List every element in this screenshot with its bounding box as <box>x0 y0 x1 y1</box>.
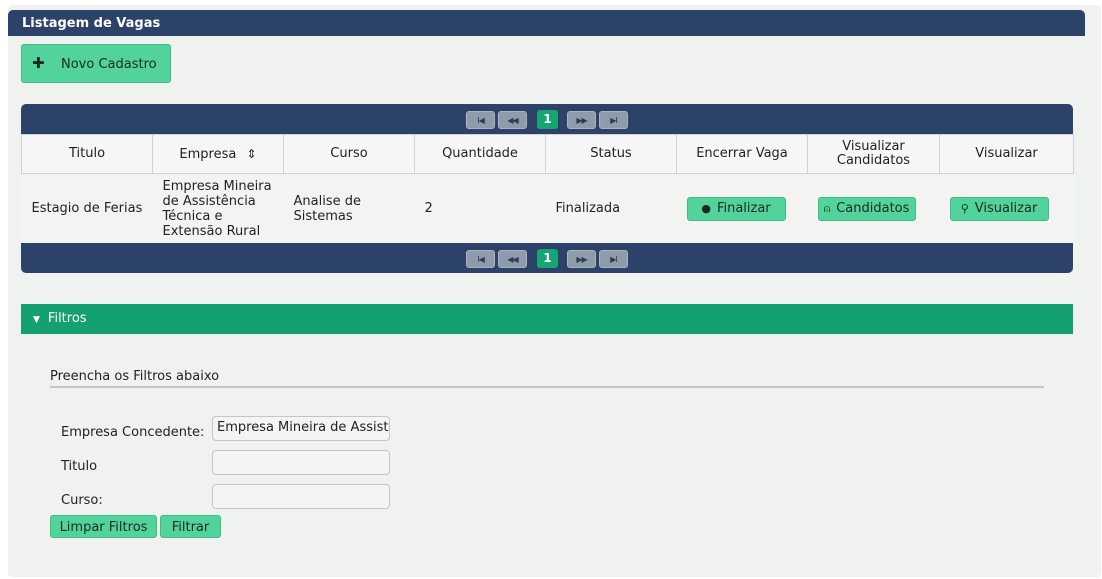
table-header-row: Titulo Empresa ⇕ Curso Quantidade Status… <box>21 134 1074 174</box>
panel-title: Listagem de Vagas <box>8 10 1085 36</box>
candidatos-label: Candidatos <box>836 200 910 216</box>
current-page-button[interactable]: 1 <box>537 110 558 129</box>
search-icon: ⚲ <box>960 201 969 215</box>
paginator-bottom: I◀ ◀◀ 1 ▶▶ ▶I <box>21 243 1073 273</box>
new-cadastro-label: Novo Cadastro <box>61 57 157 72</box>
col-header-empresa[interactable]: Empresa ⇕ <box>152 134 284 174</box>
empresa-input[interactable]: Empresa Mineira de Assistência Técnica e… <box>212 416 390 441</box>
titulo-input[interactable] <box>212 450 390 475</box>
prev-page-button[interactable]: ◀◀ <box>498 111 527 129</box>
table-row: Estagio de Ferias Empresa Mineira de Ass… <box>22 174 1074 244</box>
last-page-button[interactable]: ▶I <box>599 111 628 129</box>
empresa-label: Empresa Concedente: <box>61 425 205 440</box>
finalizar-label: Finalizar <box>716 200 771 216</box>
visualizar-label: Visualizar <box>974 200 1038 216</box>
filters-instructions: Preencha os Filtros abaixo <box>50 369 220 384</box>
plus-icon: ✚ <box>32 54 45 72</box>
prev-page-button[interactable]: ◀◀ <box>498 250 527 268</box>
curso-label: Curso: <box>61 493 103 508</box>
next-page-button[interactable]: ▶▶ <box>567 111 596 129</box>
col-header-curso: Curso <box>283 134 415 174</box>
col-header-candidatos: Visualizar Candidatos <box>807 134 940 174</box>
col-header-empresa-label: Empresa <box>179 146 237 162</box>
cell-curso: Analise de Sistemas <box>293 193 361 224</box>
visualizar-button[interactable]: ⚲ Visualizar <box>949 196 1049 221</box>
new-cadastro-button[interactable]: ✚ Novo Cadastro <box>21 44 171 83</box>
filters-toggle[interactable]: ▼ Filtros <box>21 304 1073 334</box>
sort-icon[interactable]: ⇕ <box>247 147 257 161</box>
next-page-button[interactable]: ▶▶ <box>567 250 596 268</box>
col-header-quantidade: Quantidade <box>414 134 546 174</box>
cell-status: Finalizada <box>555 201 621 216</box>
col-header-visualizar: Visualizar <box>939 134 1074 174</box>
cell-titulo: Estagio de Ferias <box>31 201 143 216</box>
finalizar-button[interactable]: ● Finalizar <box>686 196 786 221</box>
col-header-status: Status <box>545 134 677 174</box>
cell-quantidade: 2 <box>424 201 433 216</box>
first-page-button[interactable]: I◀ <box>466 250 495 268</box>
col-header-titulo: Titulo <box>21 134 153 174</box>
candidatos-button[interactable]: ⍝ Candidatos <box>817 196 916 221</box>
user-icon: ⍝ <box>823 201 831 215</box>
col-header-encerrar: Encerrar Vaga <box>676 134 808 174</box>
titulo-label: Titulo <box>61 459 98 474</box>
cell-visualizar: ⚲ Visualizar <box>940 174 1074 244</box>
vagas-table: Titulo Empresa ⇕ Curso Quantidade Status… <box>21 134 1074 243</box>
paginator-top: I◀ ◀◀ 1 ▶▶ ▶I <box>21 104 1073 134</box>
cell-candidatos: ⍝ Candidatos <box>808 174 940 244</box>
curso-input[interactable] <box>212 484 390 509</box>
last-page-button[interactable]: ▶I <box>599 250 628 268</box>
caret-down-icon: ▼ <box>33 315 40 325</box>
current-page-button[interactable]: 1 <box>537 249 558 268</box>
clear-filters-button[interactable]: Limpar Filtros <box>50 515 157 538</box>
first-page-button[interactable]: I◀ <box>466 111 495 129</box>
filters-title: Filtros <box>47 311 87 326</box>
check-circle-icon: ● <box>701 201 711 215</box>
filter-button[interactable]: Filtrar <box>160 515 221 538</box>
cell-finalizar: ● Finalizar <box>677 174 808 244</box>
cell-empresa: Empresa Mineira de Assistência Técnica e… <box>162 178 272 239</box>
divider <box>50 386 1044 388</box>
